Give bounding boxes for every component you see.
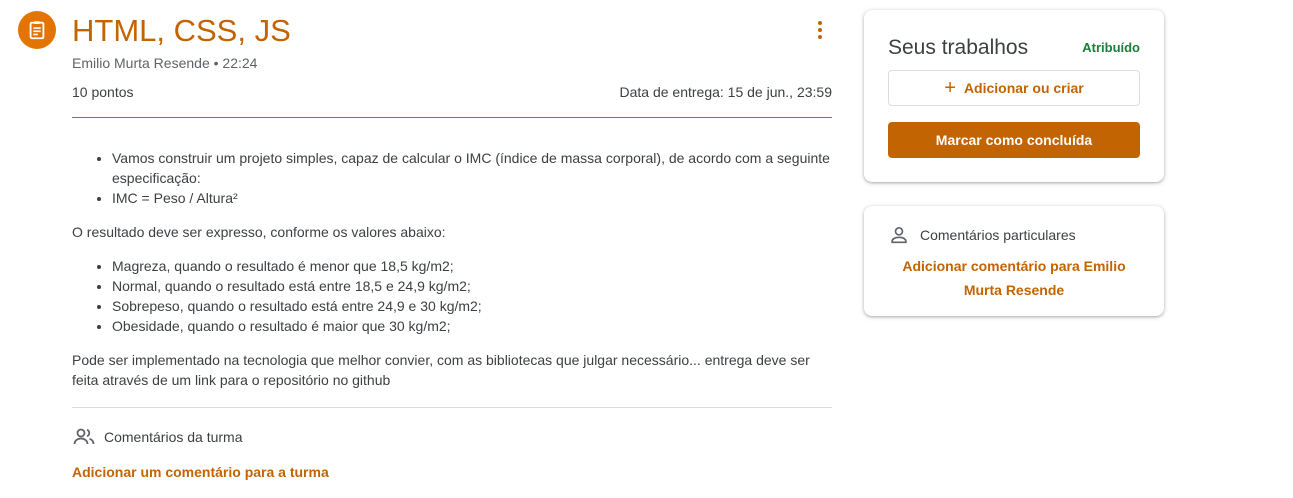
due-date: Data de entrega: 15 de jun., 23:59 (619, 84, 833, 100)
private-comments-label: Comentários particulares (920, 227, 1076, 243)
header-divider (72, 117, 832, 118)
class-comments-header: Comentários da turma (72, 425, 243, 449)
add-class-comment-link[interactable]: Adicionar um comentário para a turma (72, 464, 329, 480)
assignment-description: Vamos construir um projeto simples, capa… (72, 148, 832, 404)
author-time: Emilio Murta Resende • 22:24 (72, 55, 258, 71)
add-or-create-button[interactable]: + Adicionar ou criar (888, 70, 1140, 106)
clipboard-icon (29, 21, 45, 40)
list-item: Vamos construir um projeto simples, capa… (112, 148, 832, 188)
private-comments-header: Comentários particulares (888, 224, 1076, 246)
your-work-title: Seus trabalhos (888, 36, 1029, 59)
list-item: Magreza, quando o resultado é menor que … (112, 256, 832, 276)
add-private-comment-link[interactable]: Adicionar comentário para Emilio Murta R… (884, 254, 1144, 302)
description-paragraph: O resultado deve ser expresso, conforme … (72, 224, 446, 240)
spec-list: Vamos construir um projeto simples, capa… (72, 148, 832, 208)
list-item: Normal, quando o resultado está entre 18… (112, 276, 832, 296)
bmi-ranges-list: Magreza, quando o resultado é menor que … (72, 256, 832, 336)
mark-done-button[interactable]: Marcar como concluída (888, 122, 1140, 158)
person-icon (891, 227, 907, 244)
comments-divider (72, 407, 832, 408)
plus-icon: + (944, 77, 956, 99)
assignment-page: HTML, CSS, JS Emilio Murta Resende • 22:… (0, 0, 1293, 498)
description-paragraph: Pode ser implementado na tecnologia que … (72, 352, 810, 388)
add-or-create-label: Adicionar ou criar (963, 80, 1084, 96)
assignment-title: HTML, CSS, JS (72, 13, 291, 48)
class-comments-label: Comentários da turma (104, 429, 243, 445)
list-item: Obesidade, quando o resultado é maior qu… (112, 316, 832, 336)
points-label: 10 pontos (72, 84, 134, 100)
list-item: Sobrepeso, quando o resultado está entre… (112, 296, 832, 316)
assignment-icon (18, 11, 56, 49)
list-item: IMC = Peso / Altura² (112, 188, 832, 208)
private-comments-card: Comentários particulares Adicionar comen… (864, 206, 1164, 316)
more-vert-icon[interactable] (808, 18, 832, 42)
your-work-card: Seus trabalhos Atribuído + Adicionar ou … (864, 10, 1164, 182)
status-badge: Atribuído (1082, 40, 1140, 55)
people-icon (73, 428, 95, 445)
